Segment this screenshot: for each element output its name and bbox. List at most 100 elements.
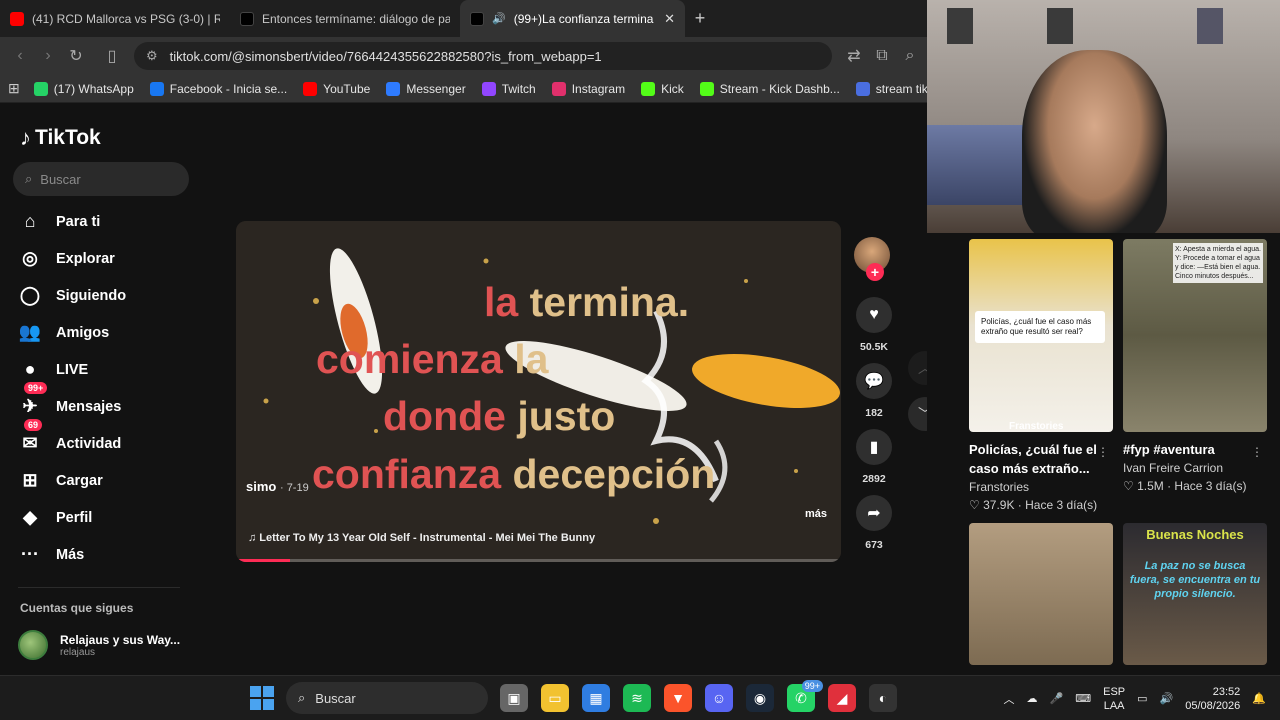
bookmark-item[interactable]: Facebook - Inicia se... (149, 81, 288, 96)
home-icon: ⌂ (24, 211, 36, 231)
sidebar-item-cargar[interactable]: ⊞ Cargar (18, 462, 198, 499)
spotify-icon[interactable]: ≋ (623, 684, 651, 712)
start-button[interactable] (250, 686, 274, 710)
windows-logo-icon (250, 699, 261, 710)
video-player[interactable]: la termina. comienza la donde justo conf… (236, 221, 841, 562)
tab-entonces[interactable]: Entonces termíname: diálogo de pare (230, 0, 460, 37)
card-title: #fyp #aventura (1123, 442, 1215, 457)
creator-avatar[interactable]: + (854, 237, 894, 281)
more-options-icon[interactable]: ⋮ (1251, 445, 1263, 459)
clock[interactable]: 23:52 05/08/2026 (1185, 685, 1240, 713)
sidebar-item-actividad[interactable]: ✉ 69 Actividad (18, 419, 198, 462)
bookmark-item[interactable]: (17) WhatsApp (33, 81, 134, 96)
comment-button[interactable]: 💬 182 (856, 363, 892, 419)
video-thumbnail: X: Apesta a mierda el agua. Y: Procede a… (1123, 239, 1267, 432)
microphone-icon[interactable]: 🎤 (1050, 692, 1064, 705)
translate-icon[interactable]: ⇄ (842, 44, 866, 68)
heart-icon: ♥ (856, 297, 892, 333)
language-indicator[interactable]: ESP LAA (1103, 685, 1125, 713)
bookmark-item[interactable]: YouTube (303, 81, 370, 96)
sidebar-item-amigos[interactable]: 👥 Amigos (18, 314, 198, 351)
volume-icon[interactable]: 🔊 (1160, 692, 1174, 705)
sidebar-item-perfil[interactable]: ◆ Perfil (18, 499, 198, 536)
bookmarks-bar: ⊞ (17) WhatsApp Facebook - Inicia se... Yo… (0, 75, 957, 103)
search-input[interactable]: ⌕ Buscar (13, 162, 189, 196)
clock-date: 05/08/2026 (1185, 699, 1241, 712)
tab-confianza[interactable]: 🔊 (99+)La confianza termina jus ✕ (460, 0, 685, 37)
forward-icon[interactable]: › (36, 44, 60, 68)
koi-pond-image (236, 221, 841, 562)
more-options-icon[interactable]: ⋮ (1097, 445, 1109, 459)
sidebar-item-mensajes[interactable]: ✈ 99+ Mensajes (18, 382, 198, 425)
video-author[interactable]: simo · 7-19 (246, 479, 309, 494)
brave-icon[interactable]: ▼ (664, 684, 692, 712)
recommended-video-card[interactable]: Buenas Noches La paz no se busca fuera, … (1123, 523, 1267, 665)
avatar (18, 630, 48, 660)
notification-badge: 69 (24, 419, 43, 431)
sidebar-item-live[interactable]: ● LIVE (18, 351, 198, 388)
tab-mallorca[interactable]: (41) RCD Mallorca vs PSG (3-0) | Resu (0, 0, 230, 37)
bookmark-item[interactable]: Twitch (481, 81, 536, 96)
follow-plus-icon[interactable]: + (866, 263, 884, 281)
bookmark-label: Facebook - Inicia se... (169, 81, 288, 96)
app-glyph: ◢ (836, 689, 848, 706)
apps-grid-icon[interactable]: ⊞ (8, 80, 20, 97)
recommended-video-card[interactable]: Policías, ¿cuál fue el caso más extraño … (969, 239, 1113, 512)
chevron-up-icon[interactable]: ︿ (1004, 691, 1015, 707)
address-bar[interactable]: ⚙ tiktok.com/@simonsbert/video/766442435… (134, 42, 832, 70)
network-icon[interactable]: ▭ (1137, 692, 1147, 705)
bookmark-item[interactable]: Stream - Kick Dashb... (699, 81, 840, 96)
reload-icon[interactable]: ↻ (64, 44, 88, 68)
zoom-icon[interactable]: ⌕ (898, 44, 922, 68)
sidebar-item-label: Perfil (56, 509, 93, 526)
wall-poster (1047, 8, 1073, 44)
sidebar-item-más[interactable]: ··· Más (18, 536, 198, 573)
discord-icon[interactable]: ☺ (705, 684, 733, 712)
sidebar-item-explorar[interactable]: ◎ Explorar (18, 240, 198, 277)
bookmark-favicon-icon (551, 81, 566, 96)
tiktok-page: ♪ TikTok ⌕ Buscar ⌂ Para ti ◎ Explorar ◯ Sigu… (0, 103, 930, 675)
taskbar-search[interactable]: ⌕ Buscar (286, 682, 488, 714)
file-explorer-icon[interactable]: ▭ (541, 684, 569, 712)
browser-tab-strip: (41) RCD Mallorca vs PSG (3-0) | Resu En… (0, 0, 930, 37)
sidebar-item-para-ti[interactable]: ⌂ Para ti (18, 203, 198, 240)
bookmark-label: Twitch (501, 81, 536, 96)
live-icon: ● (24, 359, 36, 379)
whatsapp-icon[interactable]: ✆ 99+ (787, 680, 823, 712)
bookmark-item[interactable]: Messenger (386, 81, 466, 96)
recommended-video-card[interactable] (969, 523, 1113, 665)
save-button[interactable]: ▮ 2892 (856, 429, 892, 485)
back-icon[interactable]: ‹ (8, 44, 32, 68)
share-button[interactable]: ➦ 673 (856, 495, 892, 551)
site-info-icon[interactable]: ⚙ (146, 48, 158, 64)
bookmark-item[interactable]: Kick (641, 81, 684, 96)
streamlabs-icon[interactable]: ◢ (828, 684, 856, 712)
new-tab-button[interactable]: + (685, 0, 715, 37)
recommended-video-card[interactable]: X: Apesta a mierda el agua. Y: Procede a… (1123, 239, 1267, 493)
bookmark-favicon-icon (303, 81, 318, 96)
bookmark-favicon-icon (149, 81, 164, 96)
bookmark-icon[interactable]: ▯ (100, 44, 124, 68)
obs-icon[interactable]: ◐ (869, 684, 897, 712)
following-icon: ◯ (19, 285, 41, 305)
video-caption-line-2: comienza la (316, 336, 548, 383)
sidebar-item-siguiendo[interactable]: ◯ Siguiendo (18, 277, 198, 314)
more-link[interactable]: más (805, 508, 827, 520)
open-in-app-icon[interactable]: ⧉ (870, 44, 894, 68)
store-icon[interactable]: ▦ (582, 684, 610, 712)
task-view-icon[interactable]: ▣ (500, 684, 528, 712)
like-button[interactable]: ♥ 50.5K (856, 297, 892, 353)
notifications-icon[interactable]: 🔔 (1252, 692, 1266, 705)
keyboard-icon[interactable]: ⌨ (1075, 692, 1091, 705)
tiktok-logo[interactable]: ♪ TikTok (20, 125, 101, 151)
music-info[interactable]: ♫ Letter To My 13 Year Old Self - Instru… (248, 532, 595, 544)
tiktok-sidebar: ♪ TikTok ⌕ Buscar ⌂ Para ti ◎ Explorar ◯ Sigu… (0, 103, 200, 675)
onedrive-icon[interactable]: ☁ (1027, 692, 1038, 705)
close-tab-icon[interactable]: ✕ (664, 11, 675, 27)
caption-word: la (484, 279, 519, 325)
video-progress-bar[interactable] (236, 559, 841, 562)
friends-icon: 👥 (18, 322, 42, 342)
bookmark-item[interactable]: Instagram (551, 81, 625, 96)
following-account[interactable]: Relajaus y sus Way... relajaus (18, 630, 180, 660)
steam-icon[interactable]: ◉ (746, 684, 774, 712)
